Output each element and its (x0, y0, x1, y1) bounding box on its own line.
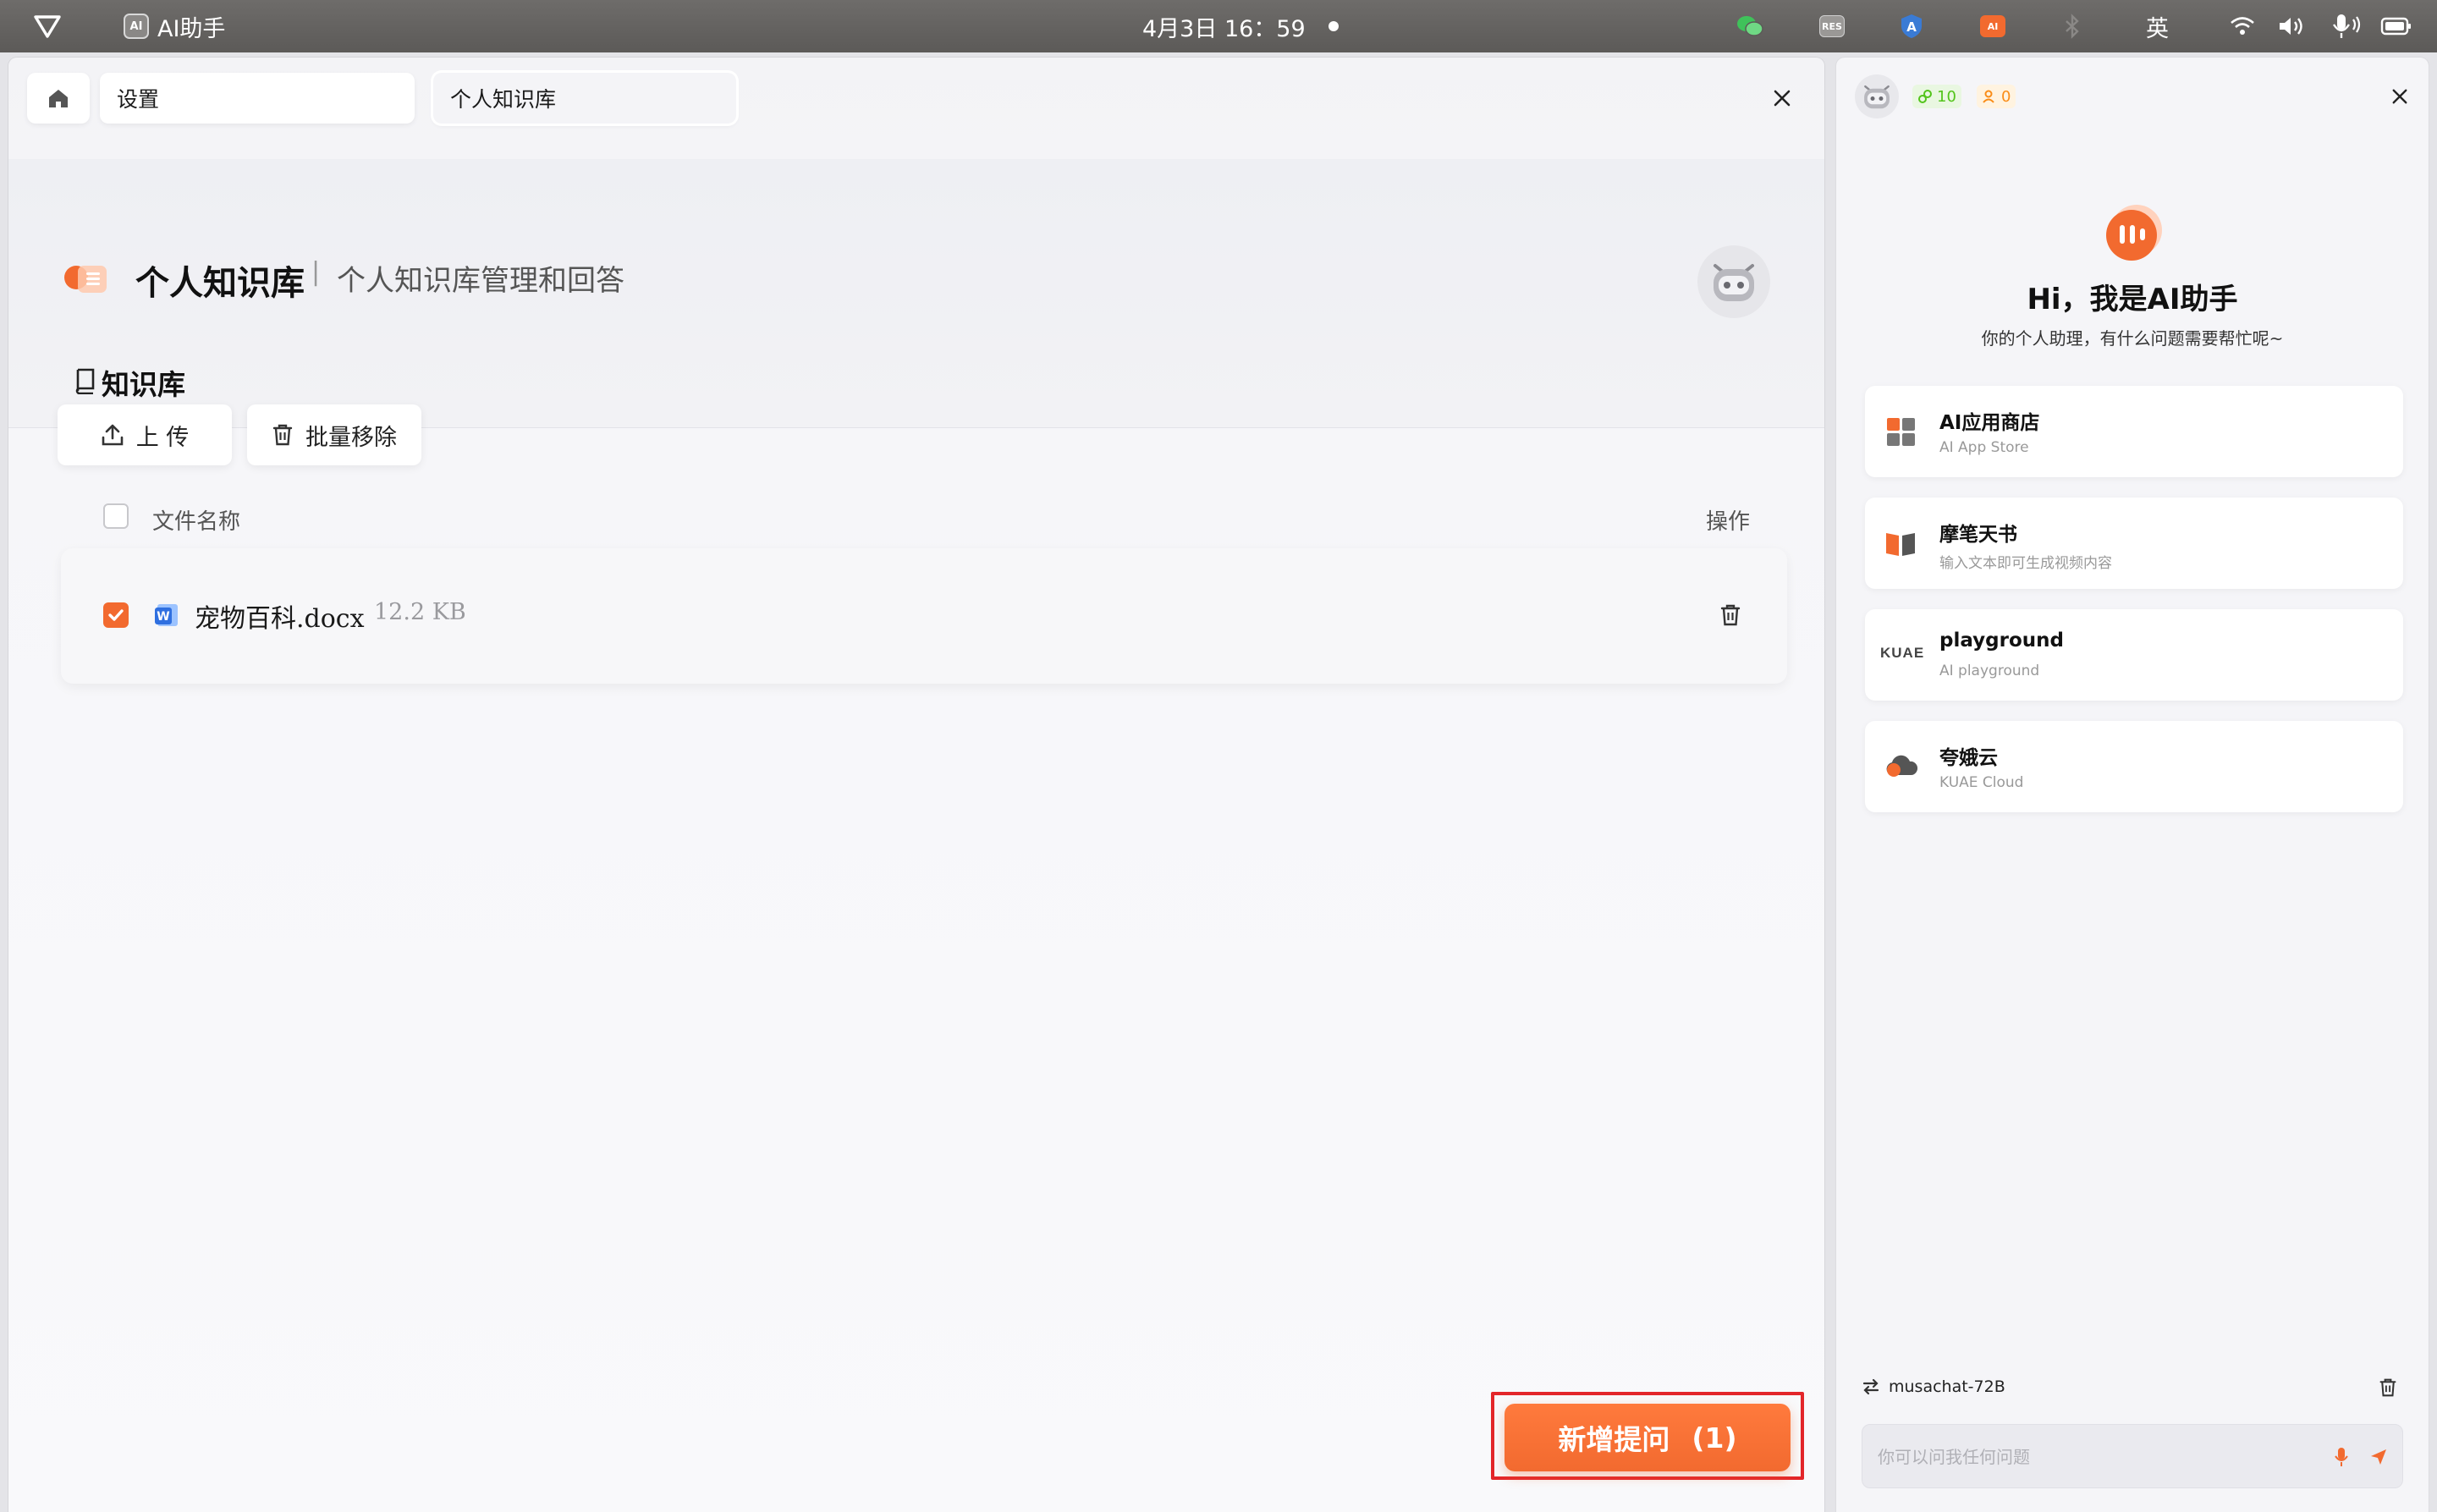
assistant-subgreeting: 你的个人助理，有什么问题需要帮忙呢~ (1981, 328, 2284, 349)
clear-chat-button[interactable] (2376, 1376, 2400, 1399)
batch-remove-button[interactable]: 批量移除 (247, 404, 421, 465)
home-icon (49, 90, 68, 107)
submit-highlight-box: 新增提问 (1) (1491, 1392, 1804, 1480)
bluetooth-icon[interactable] (2060, 0, 2085, 52)
card-title: playground (1939, 630, 2064, 652)
tab-knowledge-base[interactable]: 知识库 (102, 362, 185, 403)
ai-assistant-logo (2101, 201, 2165, 266)
book-icon (1884, 526, 1917, 560)
send-icon (2371, 1449, 2386, 1465)
table-row[interactable]: W 宠物百科.docx 12.2 KB (61, 548, 1787, 684)
card-subtitle: KUAE Cloud (1939, 774, 2024, 791)
book-tab-icon (73, 367, 100, 394)
assistant-greeting: Hi，我是AI助手 (2027, 283, 2238, 316)
users-count: 0 (2001, 87, 2011, 106)
app-name: AI助手 (157, 15, 226, 42)
trash-icon (1720, 604, 1741, 626)
knowledge-base-window: 设置 个人知识库 个人知识库 | 个人知识库管理和回答 知识库 上 传 批量移除… (8, 58, 1824, 1512)
card-kuae-cloud[interactable]: 夸娥云 KUAE Cloud (1865, 721, 2403, 812)
user-icon (1983, 90, 1994, 103)
trash-icon (272, 424, 293, 446)
microphone-icon (2335, 1448, 2348, 1466)
delete-file-button[interactable] (1716, 601, 1745, 630)
kuae-logo: KUAE (1880, 645, 1925, 661)
close-icon (1774, 90, 1791, 107)
link-icon (1918, 90, 1932, 103)
points-count: 10 (1937, 87, 1956, 106)
trash-icon (2379, 1378, 2396, 1397)
close-window-button[interactable] (1765, 81, 1799, 115)
svg-text:A: A (1906, 19, 1917, 35)
app-icon: AI (122, 0, 151, 52)
upload-label: 上 传 (135, 424, 190, 451)
model-selector[interactable]: musachat-72B (1862, 1377, 2005, 1396)
page-subtitle: 个人知识库管理和回答 (337, 264, 624, 298)
upload-icon (102, 424, 124, 446)
card-ai-app-store[interactable]: AI应用商店 AI App Store (1865, 386, 2403, 477)
notification-dot-icon (1327, 0, 1340, 52)
row-checkbox[interactable] (103, 602, 129, 628)
knowledge-logo-icon (63, 259, 113, 300)
title-separator: | (311, 257, 321, 287)
chat-input-box (1862, 1424, 2403, 1489)
column-header-file-name: 文件名称 (152, 509, 241, 535)
cloud-icon (1884, 750, 1917, 783)
file-name[interactable]: 宠物百科.docx (195, 597, 365, 635)
close-icon (2392, 89, 2407, 104)
close-assistant-button[interactable] (2383, 80, 2417, 113)
file-size: 12.2 KB (374, 599, 466, 625)
svg-text:W: W (157, 610, 169, 624)
card-subtitle: AI App Store (1939, 439, 2029, 456)
app-store-icon (1884, 415, 1917, 448)
column-header-actions: 操作 (1706, 509, 1751, 535)
breadcrumb-knowledge-base-label: 个人知识库 (450, 87, 557, 112)
new-question-label: 新增提问 (1558, 1423, 1670, 1456)
activities-triangle-icon[interactable] (30, 0, 64, 52)
breadcrumb-settings-label: 设置 (117, 87, 160, 112)
user-avatar[interactable] (1697, 245, 1770, 318)
assistant-avatar[interactable] (1855, 74, 1899, 118)
batch-remove-label: 批量移除 (305, 424, 397, 451)
card-title: AI应用商店 (1939, 412, 2040, 434)
robot-avatar-icon (1864, 85, 1890, 109)
microphone-icon[interactable] (2329, 0, 2366, 52)
users-badge: 0 (1977, 85, 2016, 108)
wechat-icon[interactable] (1735, 0, 1765, 52)
robot-avatar-icon (1714, 264, 1754, 301)
select-all-checkbox[interactable] (103, 503, 129, 529)
card-subtitle: AI playground (1939, 663, 2040, 679)
tray-shield-icon[interactable]: A (1897, 0, 1926, 52)
switch-arrows-icon (1862, 1378, 1879, 1395)
system-top-bar: AI AI助手 4月3日 16：59 RES A AI 英 (0, 0, 2437, 52)
checkmark-icon (108, 609, 124, 621)
tray-res-icon[interactable]: RES (1818, 0, 1846, 52)
voice-input-button[interactable] (2330, 1445, 2353, 1469)
card-title: 夸娥云 (1939, 747, 1998, 769)
new-question-count: (1) (1692, 1421, 1737, 1454)
ai-assistant-panel: 10 0 Hi，我是AI助手 你的个人助理，有什么问题需要帮忙呢~ AI应用商店… (1836, 58, 2429, 1512)
input-method[interactable]: 英 (2146, 0, 2169, 52)
breadcrumb-knowledge-base[interactable]: 个人知识库 (433, 73, 736, 124)
model-name: musachat-72B (1889, 1377, 2005, 1396)
clock[interactable]: 4月3日 16：59 (1142, 0, 1306, 52)
tray-ai-icon[interactable]: AI (1978, 0, 2007, 52)
page-header: 个人知识库 | 个人知识库管理和回答 知识库 (8, 159, 1824, 428)
home-button[interactable] (27, 73, 90, 124)
breadcrumb-settings[interactable]: 设置 (100, 73, 415, 124)
new-question-button[interactable]: 新增提问 (1) (1505, 1404, 1791, 1471)
word-doc-icon: W (154, 602, 179, 628)
upload-button[interactable]: 上 传 (58, 404, 232, 465)
page-title: 个人知识库 (135, 264, 305, 303)
card-playground[interactable]: KUAE playground AI playground (1865, 609, 2403, 701)
wifi-icon[interactable] (2227, 0, 2258, 52)
send-button[interactable] (2367, 1445, 2390, 1469)
points-badge: 10 (1912, 85, 1961, 108)
card-title: 摩笔天书 (1939, 524, 2017, 546)
card-subtitle: 输入文本即可生成视频内容 (1939, 555, 2112, 572)
card-mobi-tianshu[interactable]: 摩笔天书 输入文本即可生成视频内容 (1865, 498, 2403, 589)
volume-icon[interactable] (2276, 0, 2307, 52)
battery-icon[interactable] (2379, 0, 2413, 52)
chat-input[interactable] (1876, 1425, 2316, 1489)
